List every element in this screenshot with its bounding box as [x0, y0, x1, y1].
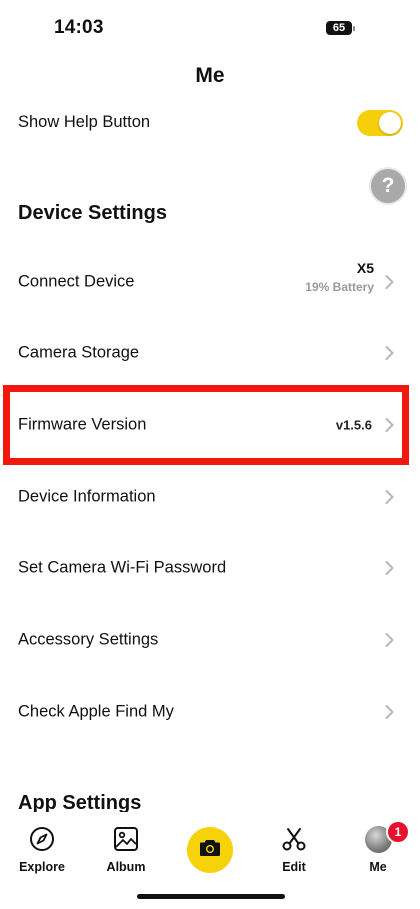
find-my-label: Check Apple Find My [18, 702, 174, 721]
compass-icon [7, 826, 77, 854]
camera-icon [199, 838, 221, 862]
show-help-toggle[interactable] [357, 110, 403, 136]
firmware-version-row[interactable]: Firmware Version v1.5.6 [0, 397, 420, 453]
battery-tip [353, 26, 355, 31]
device-model: X5 [356, 260, 374, 276]
tab-album-label: Album [106, 860, 146, 874]
firmware-version-label: Firmware Version [18, 415, 147, 434]
chevron-right-icon [385, 705, 394, 720]
wifi-password-row[interactable]: Set Camera Wi-Fi Password [0, 540, 420, 596]
chevron-right-icon [385, 561, 394, 576]
accessory-settings-label: Accessory Settings [18, 630, 159, 649]
image-icon [91, 826, 161, 854]
connect-device-row[interactable]: Connect Device X5 19% Battery [0, 254, 420, 310]
show-help-label: Show Help Button [18, 113, 151, 131]
battery-icon: 65 [326, 21, 352, 35]
tab-edit[interactable]: Edit [259, 826, 329, 886]
page-title: Me [195, 64, 225, 87]
help-question-button[interactable]: ? [371, 169, 405, 203]
tab-me-label: Me [369, 860, 387, 874]
device-settings-heading: Device Settings [18, 202, 167, 224]
device-information-row[interactable]: Device Information [0, 469, 420, 525]
accessory-settings-row[interactable]: Accessory Settings [0, 612, 420, 668]
chevron-right-icon [385, 275, 394, 290]
capture-button[interactable] [187, 827, 233, 873]
find-my-row[interactable]: Check Apple Find My [0, 684, 420, 740]
tab-explore-label: Explore [19, 860, 65, 874]
scissors-icon [259, 826, 329, 854]
home-indicator [137, 894, 285, 899]
chevron-right-icon [385, 418, 394, 433]
camera-storage-label: Camera Storage [18, 343, 140, 362]
chevron-right-icon [385, 346, 394, 361]
toggle-knob [379, 112, 401, 134]
wifi-password-label: Set Camera Wi-Fi Password [18, 558, 227, 577]
tab-explore[interactable]: Explore [7, 826, 77, 886]
notification-badge: 1 [386, 820, 410, 844]
camera-storage-row[interactable]: Camera Storage [0, 325, 420, 381]
connect-device-label: Connect Device [18, 272, 135, 291]
chevron-right-icon [385, 490, 394, 505]
chevron-right-icon [385, 633, 394, 648]
device-battery-level: 19% Battery [305, 280, 374, 294]
device-information-label: Device Information [18, 487, 156, 506]
status-bar: 14:03 65 [0, 0, 420, 56]
show-help-row: Show Help Button [0, 104, 420, 142]
tab-edit-label: Edit [282, 860, 306, 874]
tab-album[interactable]: Album [91, 826, 161, 886]
firmware-version-value: v1.5.6 [335, 417, 372, 433]
status-time: 14:03 [54, 17, 104, 38]
